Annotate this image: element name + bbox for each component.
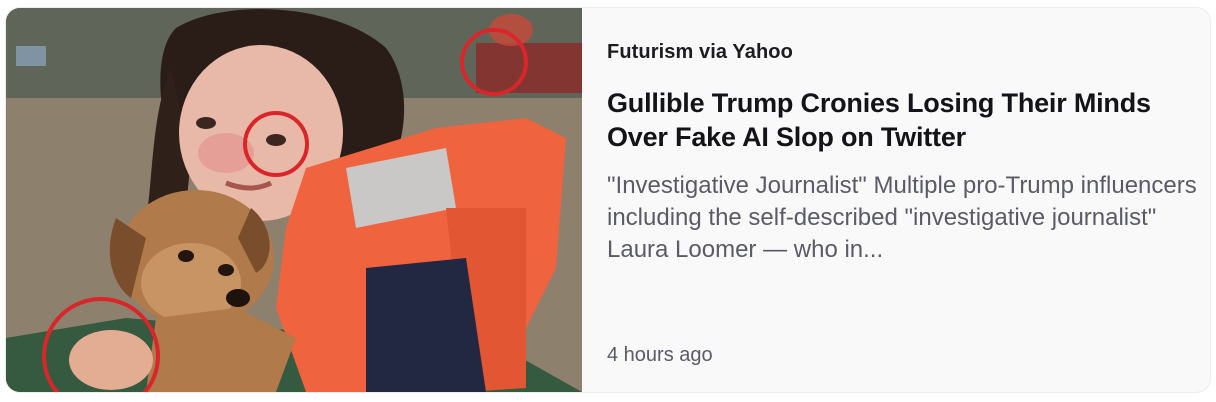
news-card[interactable]: Futurism via Yahoo Gullible Trump Cronie… — [6, 8, 1210, 392]
article-headline[interactable]: Gullible Trump Cronies Losing Their Mind… — [607, 86, 1197, 154]
article-summary: "Investigative Journalist" Multiple pro-… — [607, 172, 1197, 263]
thumbnail-image — [6, 8, 582, 392]
article-content: Futurism via Yahoo Gullible Trump Cronie… — [582, 8, 1210, 392]
article-timestamp: 4 hours ago — [607, 344, 713, 366]
article-source[interactable]: Futurism via Yahoo — [607, 41, 1197, 64]
article-thumbnail[interactable] — [6, 8, 582, 392]
